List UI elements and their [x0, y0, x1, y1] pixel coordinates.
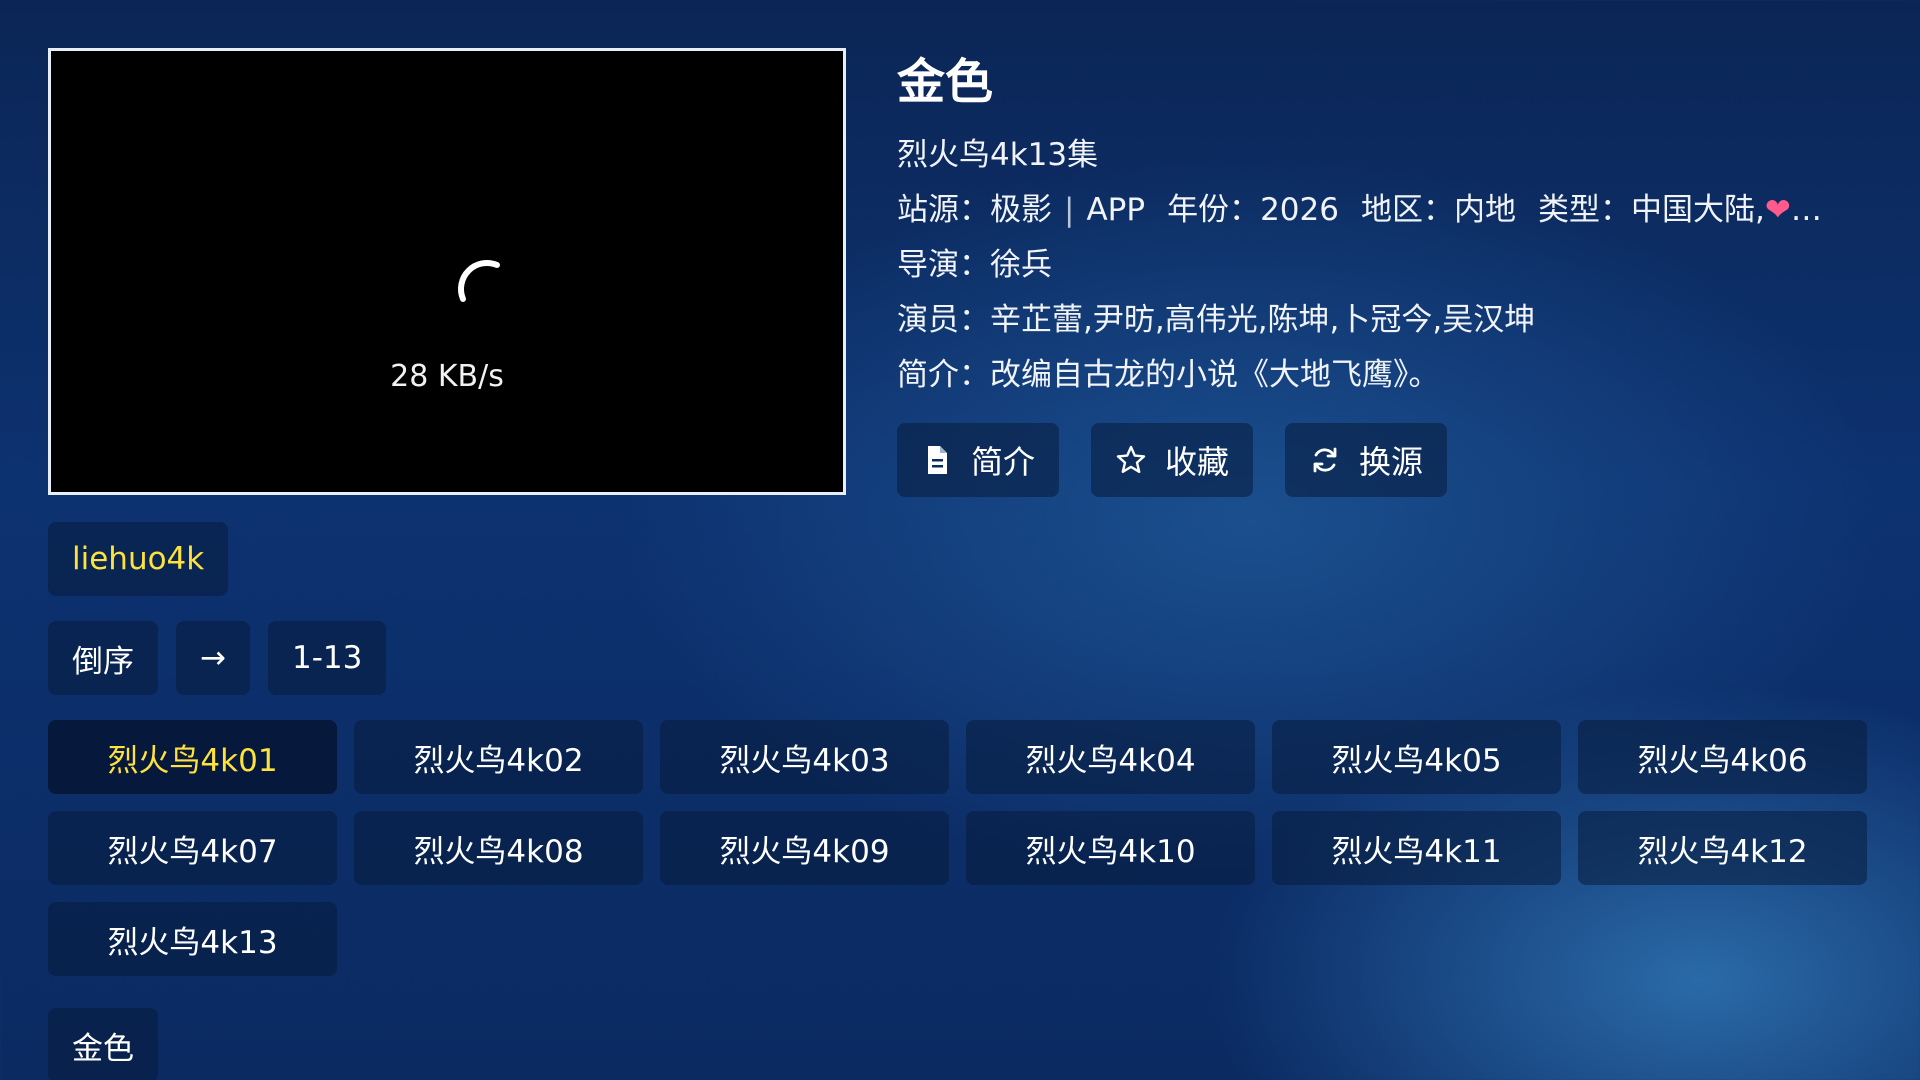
favorite-button-label: 收藏: [1165, 443, 1230, 481]
episode-item[interactable]: 烈火鸟4k03: [660, 720, 949, 794]
episode-item[interactable]: 烈火鸟4k13: [48, 902, 337, 976]
switch-source-button-label: 换源: [1359, 443, 1424, 481]
episode-item[interactable]: 烈火鸟4k06: [1578, 720, 1867, 794]
switch-source-button[interactable]: 换源: [1285, 423, 1448, 497]
actors-label: 演员：: [897, 302, 990, 338]
director-value: 徐兵: [990, 247, 1052, 283]
line-tab-jinse[interactable]: 金色: [48, 1008, 158, 1080]
region-label: 地区：: [1360, 192, 1454, 228]
episode-item[interactable]: 烈火鸟4k02: [354, 720, 643, 794]
episode-item[interactable]: 烈火鸟4k12: [1578, 811, 1867, 885]
favorite-button[interactable]: 收藏: [1091, 423, 1254, 497]
reverse-order-button[interactable]: 倒序: [48, 621, 158, 695]
type-more: …: [1790, 192, 1822, 228]
year-value: 2026: [1260, 192, 1339, 228]
intro-button-label: 简介: [971, 443, 1036, 481]
episode-item[interactable]: 烈火鸟4k05: [1272, 720, 1561, 794]
type-label: 类型：: [1537, 192, 1631, 228]
document-icon: [928, 446, 947, 474]
episode-item[interactable]: 烈火鸟4k09: [660, 811, 949, 885]
episode-item[interactable]: 烈火鸟4k08: [354, 811, 643, 885]
loading-spinner-icon: [458, 260, 500, 302]
site-extra: APP: [1086, 192, 1146, 228]
episode-item[interactable]: 烈火鸟4k01: [48, 720, 337, 794]
director-label: 导演：: [897, 247, 990, 283]
site-label: 站源：: [897, 192, 990, 228]
refresh-icon: [1313, 447, 1337, 473]
episode-item[interactable]: 烈火鸟4k11: [1272, 811, 1561, 885]
year-label: 年份：: [1167, 192, 1261, 228]
episode-item[interactable]: 烈火鸟4k04: [966, 720, 1255, 794]
source-tab-liehuo4k[interactable]: liehuo4k: [48, 522, 229, 596]
intro-label: 简介：: [897, 357, 990, 393]
meta-line: 站源：极影 | APP 年份：2026 地区：内地 类型：中国大陆,❤…: [897, 183, 1877, 238]
episode-item[interactable]: 烈火鸟4k10: [966, 811, 1255, 885]
site-value: 极影: [990, 192, 1052, 228]
intro-button[interactable]: 简介: [897, 423, 1060, 497]
episode-grid: 烈火鸟4k01 烈火鸟4k02 烈火鸟4k03 烈火鸟4k04 烈火鸟4k05 …: [48, 720, 1868, 976]
detail-panel: 金色 烈火鸟4k13集 站源：极影 | APP 年份：2026 地区：内地 类型：中国大陆…: [897, 50, 1877, 403]
actors-value: 辛芷蕾,尹昉,高伟光,陈坤,卜冠今,吴汉坤: [990, 302, 1536, 338]
star-icon: [1116, 445, 1146, 473]
actors-line: 演员：辛芷蕾,尹昉,高伟光,陈坤,卜冠今,吴汉坤: [897, 293, 1877, 348]
action-bar: 简介 收藏 换源: [897, 423, 1448, 497]
heart-icon: ❤: [1764, 192, 1791, 228]
episode-range-button[interactable]: 1-13: [267, 621, 387, 695]
region-value: 内地: [1453, 192, 1516, 228]
director-line: 导演：徐兵: [897, 238, 1877, 293]
intro-value: 改编自古龙的小说《大地飞鹰》。: [990, 357, 1440, 393]
episode-controls: 倒序 → 1-13: [48, 621, 387, 695]
episode-item[interactable]: 烈火鸟4k07: [48, 811, 337, 885]
download-speed: 28 KB/s: [390, 359, 504, 394]
intro-line: 简介：改编自古龙的小说《大地飞鹰》。: [897, 348, 1877, 403]
arrow-right-icon[interactable]: →: [176, 621, 250, 695]
site-separator: |: [1064, 192, 1075, 228]
type-value: 中国大陆,: [1630, 192, 1765, 228]
video-player[interactable]: 28 KB/s: [48, 48, 846, 495]
page-title: 金色: [897, 54, 994, 110]
subtitle: 烈火鸟4k13集: [897, 137, 1099, 173]
